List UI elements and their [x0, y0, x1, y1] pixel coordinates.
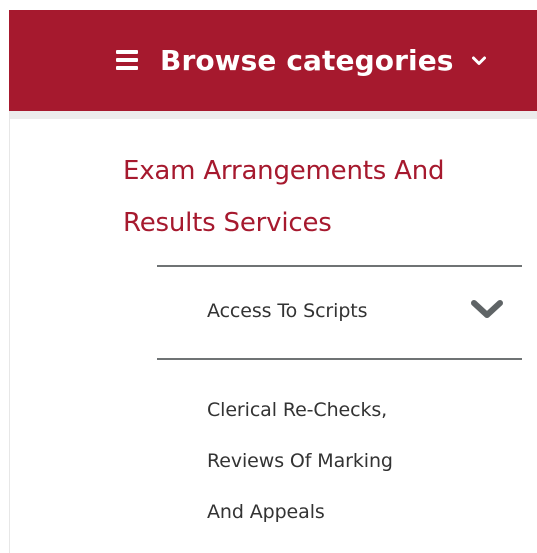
hamburger-menu-icon[interactable] [116, 50, 138, 72]
divider-top [157, 265, 522, 267]
subcategory-access-to-scripts[interactable]: Access To Scripts [207, 300, 368, 322]
chevron-down-icon[interactable] [472, 54, 486, 68]
browse-categories-title[interactable]: Browse categories [160, 42, 454, 80]
top-margin [0, 0, 537, 10]
subcategory-line-1: Clerical Re-Checks, [207, 399, 388, 421]
left-margin [0, 0, 9, 553]
subcategory-line-2: Reviews Of Marking [207, 450, 393, 472]
menu-bar-middle [116, 58, 138, 62]
category-title-link[interactable]: Exam Arrangements And Results Services [123, 145, 503, 249]
divider-middle [157, 358, 522, 360]
subcategory-clerical-rechecks[interactable]: Clerical Re-Checks, Reviews Of Marking A… [207, 385, 467, 538]
header-shadow-strip [9, 111, 537, 119]
menu-bar-top [116, 50, 138, 54]
chevron-down-icon[interactable] [470, 299, 504, 321]
category-title-line-1: Exam Arrangements And [123, 156, 445, 186]
subcategory-line-3: And Appeals [207, 501, 325, 523]
category-browser: Browse categories Exam Arrangements And … [0, 0, 537, 553]
menu-bar-bottom [116, 66, 138, 70]
category-title-line-2: Results Services [123, 208, 332, 238]
panel-left-border [9, 111, 10, 553]
